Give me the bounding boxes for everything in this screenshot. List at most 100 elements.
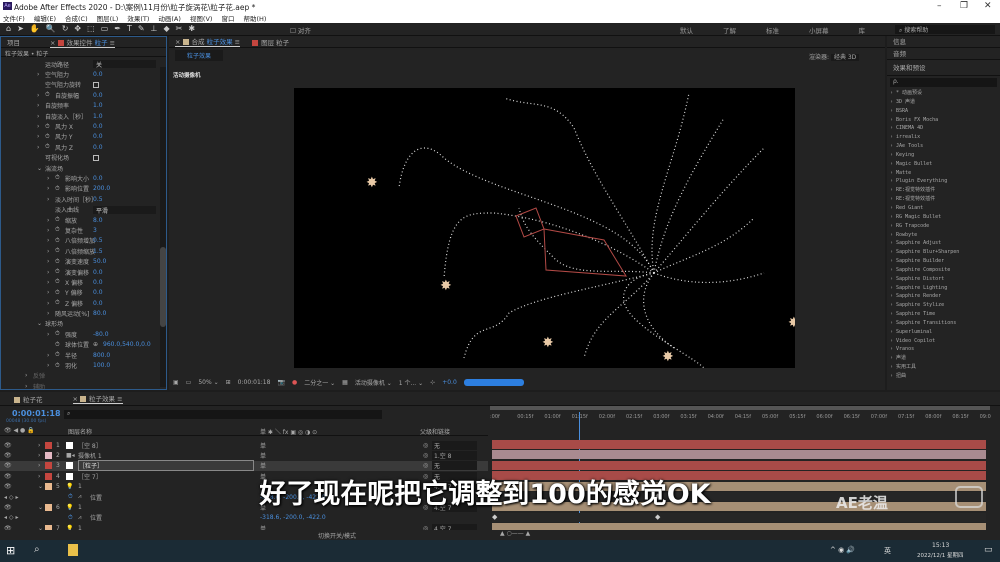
parent-dropdown[interactable]: 1.空 8: [432, 451, 477, 461]
effects-category[interactable]: › RG Magic Bullet: [890, 213, 1000, 222]
audio-panel-header[interactable]: 音频: [887, 48, 1000, 60]
effects-category[interactable]: › RG Trapcode: [890, 222, 1000, 231]
help-search-input[interactable]: ⌕ 搜索帮助: [895, 25, 995, 34]
stopwatch-icon[interactable]: ⏱: [45, 91, 50, 99]
ime-indicator[interactable]: 英: [884, 546, 891, 556]
expand-arrow-icon[interactable]: ›: [37, 102, 39, 109]
effects-category[interactable]: › JAe Tools: [890, 142, 1000, 151]
current-time[interactable]: 0:00:01:18: [238, 379, 271, 386]
pick-whip-icon[interactable]: ◎: [423, 442, 428, 449]
layer-name[interactable]: ［粒子］: [78, 460, 254, 472]
tool-icon[interactable]: ⌂: [6, 24, 11, 33]
stopwatch-icon[interactable]: ⏱: [55, 237, 60, 245]
expand-arrow-icon[interactable]: ›: [47, 175, 49, 182]
monitor-icon[interactable]: ▭: [186, 379, 192, 386]
effects-category[interactable]: › Plugin Everything: [890, 177, 1000, 186]
camera-snapshot-icon[interactable]: 📷: [277, 379, 284, 386]
stopwatch-icon[interactable]: ⏱: [55, 226, 60, 234]
property-value[interactable]: 1.0: [93, 102, 103, 109]
property-value[interactable]: 0.5: [93, 237, 103, 244]
stopwatch-icon[interactable]: ⏱: [55, 247, 60, 255]
property-value[interactable]: 960.0,540.0,0.0: [103, 341, 151, 348]
shy-switch-icon[interactable]: 单: [260, 461, 266, 470]
collapse-arrow-icon[interactable]: ⌄: [37, 165, 42, 172]
visibility-eye-icon[interactable]: 👁: [4, 452, 12, 459]
exposure-value[interactable]: +0.0: [442, 379, 457, 386]
effects-category[interactable]: › irrealix: [890, 133, 1000, 142]
workspace-tab[interactable]: 了解: [723, 25, 736, 35]
shy-switch-icon[interactable]: 单: [260, 441, 266, 450]
property-value[interactable]: 0.0: [93, 144, 103, 151]
effects-category[interactable]: › * 动画预设: [890, 89, 1000, 98]
property-value[interactable]: 0.0: [93, 300, 103, 307]
layer-search-input[interactable]: ⌕: [64, 410, 382, 419]
expand-arrow-icon[interactable]: ›: [47, 237, 49, 244]
effects-category[interactable]: › Vranos: [890, 345, 1000, 354]
property-value[interactable]: 200.0: [93, 185, 110, 192]
tray-icons[interactable]: ^ ◉ 🔊: [830, 546, 855, 554]
tab-layer-viewer[interactable]: 图层 粒子: [252, 37, 289, 47]
effects-category[interactable]: › 声道: [890, 354, 1000, 363]
property-value[interactable]: 0.0: [93, 123, 103, 130]
stopwatch-icon[interactable]: ⏱: [55, 341, 60, 349]
keyframe-marker[interactable]: ◆: [492, 513, 497, 521]
channel-icon[interactable]: ●: [292, 379, 297, 386]
scrollbar[interactable]: [160, 67, 166, 387]
tool-icon[interactable]: ✱: [188, 24, 195, 33]
menu-item[interactable]: 图层(L): [97, 13, 119, 23]
stopwatch-icon[interactable]: ⏱: [55, 174, 60, 182]
effects-category[interactable]: › Sapphire Time: [890, 310, 1000, 319]
twirl-arrow-icon[interactable]: ›: [38, 462, 40, 469]
stopwatch-icon[interactable]: ⏱: [55, 185, 60, 193]
expand-arrow-icon[interactable]: ›: [47, 331, 49, 338]
keyframe-nav-icon[interactable]: ◂ ◇ ▸: [4, 514, 18, 521]
expand-arrow-icon[interactable]: ›: [37, 92, 39, 99]
effects-category[interactable]: › 3D 声道: [890, 98, 1000, 107]
effects-category[interactable]: › Sapphire Stylize: [890, 301, 1000, 310]
expand-arrow-icon[interactable]: ›: [25, 383, 27, 390]
effects-category[interactable]: › Rowbyte: [890, 231, 1000, 240]
clock-date[interactable]: 2022/12/1 星期四: [917, 551, 963, 559]
search-icon[interactable]: ⌕: [34, 544, 40, 555]
toggle-switches-modes[interactable]: 切换开关/模式: [318, 531, 356, 540]
menu-item[interactable]: 视图(V): [190, 13, 213, 23]
property-value[interactable]: 0.0: [93, 175, 103, 182]
visibility-eye-icon[interactable]: 👁: [4, 462, 12, 469]
property-checkbox[interactable]: [93, 81, 99, 88]
renderer-button[interactable]: 经典 3D: [830, 54, 860, 61]
effects-category[interactable]: › Keying: [890, 151, 1000, 160]
property-checkbox[interactable]: [93, 154, 99, 161]
expand-arrow-icon[interactable]: ›: [25, 372, 27, 379]
property-value[interactable]: 0.0: [93, 269, 103, 276]
file-explorer-icon[interactable]: [68, 544, 78, 556]
menu-item[interactable]: 编辑(E): [34, 13, 56, 23]
effects-category[interactable]: › Sapphire Builder: [890, 257, 1000, 266]
crosshair-target-icon[interactable]: ⊕: [93, 341, 98, 348]
workspace-tab[interactable]: 库: [859, 25, 866, 35]
close-button[interactable]: ✕: [984, 1, 992, 11]
tool-icon[interactable]: ✒: [114, 24, 121, 33]
stopwatch-icon[interactable]: ⏱: [55, 258, 60, 266]
property-value[interactable]: 8.0: [93, 217, 103, 224]
effects-category[interactable]: › 实用工具: [890, 363, 1000, 372]
effects-category[interactable]: › Sapphire Distort: [890, 275, 1000, 284]
effects-category[interactable]: › Red Giant: [890, 204, 1000, 213]
expand-arrow-icon[interactable]: ›: [47, 227, 49, 234]
effects-category[interactable]: › Sapphire Transitions: [890, 319, 1000, 328]
menu-item[interactable]: 动画(A): [158, 13, 181, 23]
expand-arrow-icon[interactable]: ›: [37, 71, 39, 78]
effects-category[interactable]: › Magic Bullet: [890, 160, 1000, 169]
effects-category[interactable]: › CINEMA 4D: [890, 124, 1000, 133]
twirl-arrow-icon[interactable]: ›: [38, 442, 40, 449]
notification-icon[interactable]: ▭: [984, 545, 993, 555]
stopwatch-icon[interactable]: ⏱: [55, 299, 60, 307]
zoom-select[interactable]: 50% ⌄: [198, 379, 218, 386]
stopwatch-icon[interactable]: ⏱: [45, 133, 50, 141]
property-value[interactable]: 1.5: [93, 248, 103, 255]
parent-dropdown[interactable]: 无: [432, 461, 477, 471]
tool-icon[interactable]: ◆: [164, 24, 170, 33]
grid-icon[interactable]: ⊞: [226, 379, 231, 386]
snap-checkbox[interactable]: ☐ 对齐: [290, 25, 311, 35]
stopwatch-icon[interactable]: ⏱: [55, 289, 60, 297]
effects-category[interactable]: › Sapphire Lighting: [890, 284, 1000, 293]
